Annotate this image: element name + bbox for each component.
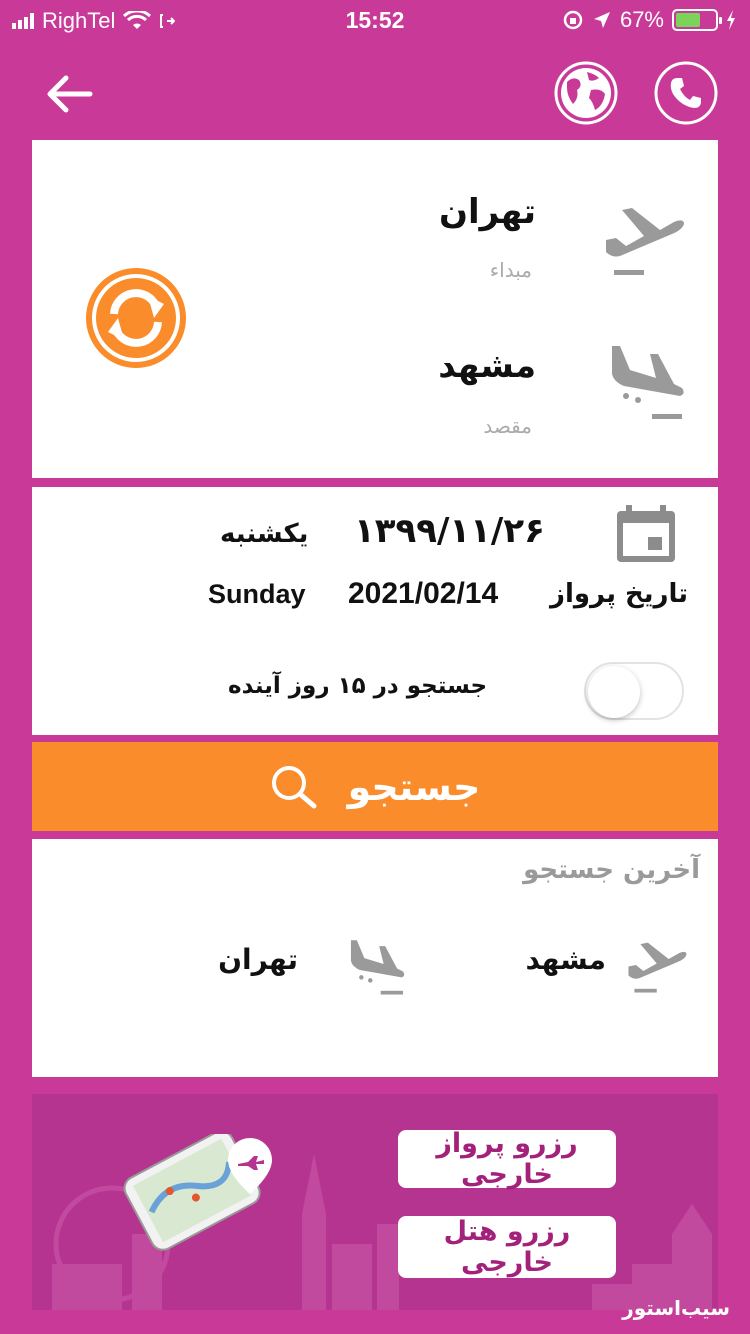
promo-banner: رزرو پرواز خارجی رزرو هتل خارجی	[32, 1094, 718, 1310]
globe-button[interactable]	[553, 60, 619, 126]
gregorian-day: Sunday	[208, 579, 306, 609]
recent-search-title: آخرین جستجو	[523, 855, 700, 885]
charging-icon	[727, 10, 735, 30]
search-button-label: جستجو	[347, 764, 481, 809]
route-card: تهران مبداء مشهد مقصد	[32, 140, 718, 478]
arrow-left-icon	[47, 75, 93, 113]
takeoff-icon	[606, 208, 684, 275]
landing-icon	[350, 940, 405, 995]
toggle-label: جستجو در ۱۵ روز آینده	[228, 673, 488, 699]
takeoff-icon	[628, 942, 687, 993]
destination-city[interactable]: مشهد	[438, 346, 536, 386]
orientation-lock-icon	[563, 10, 583, 30]
toggle-knob	[588, 666, 640, 718]
flight-date-label: تاریخ پرواز	[550, 579, 689, 609]
status-bar: RighTel 15:52 67%	[0, 0, 750, 42]
foreign-flight-button[interactable]: رزرو پرواز خارجی	[398, 1128, 616, 1190]
globe-icon	[554, 61, 618, 125]
phone-map-illustration	[123, 1134, 272, 1251]
foreign-hotel-button[interactable]: رزرو هتل خارجی	[398, 1216, 616, 1278]
recent-to-city: تهران	[218, 943, 298, 976]
location-icon	[593, 12, 610, 28]
watermark: سیب‌استور	[622, 1296, 730, 1320]
recent-search-card: آخرین جستجو مشهد تهران	[32, 839, 718, 1077]
date-card[interactable]: ۱۳۹۹/۱۱/۲۶ یکشنبه تاریخ پرواز 2021/02/14…	[32, 487, 718, 735]
swap-icon	[86, 268, 186, 368]
call-button[interactable]	[653, 60, 719, 126]
status-right: 67%	[562, 7, 736, 33]
battery-icon	[672, 9, 722, 31]
recent-from-city: مشهد	[525, 943, 607, 976]
search-button[interactable]: جستجو	[32, 742, 718, 831]
next-15-days-toggle[interactable]	[584, 662, 684, 720]
jalali-date: ۱۳۹۹/۱۱/۲۶	[354, 511, 545, 551]
destination-label: مقصد	[483, 414, 532, 438]
origin-city[interactable]: تهران	[439, 192, 536, 232]
jalali-day: یکشنبه	[220, 519, 309, 549]
calendar-icon	[617, 505, 675, 562]
battery-percent: 67%	[619, 7, 664, 32]
swap-button[interactable]	[84, 266, 188, 370]
back-button[interactable]	[42, 70, 94, 118]
search-icon	[271, 765, 317, 808]
landing-icon	[612, 346, 684, 419]
origin-label: مبداء	[489, 258, 532, 282]
gregorian-date: 2021/02/14	[348, 577, 499, 610]
phone-icon	[654, 61, 718, 125]
recent-search-item[interactable]: مشهد تهران	[32, 919, 718, 1009]
